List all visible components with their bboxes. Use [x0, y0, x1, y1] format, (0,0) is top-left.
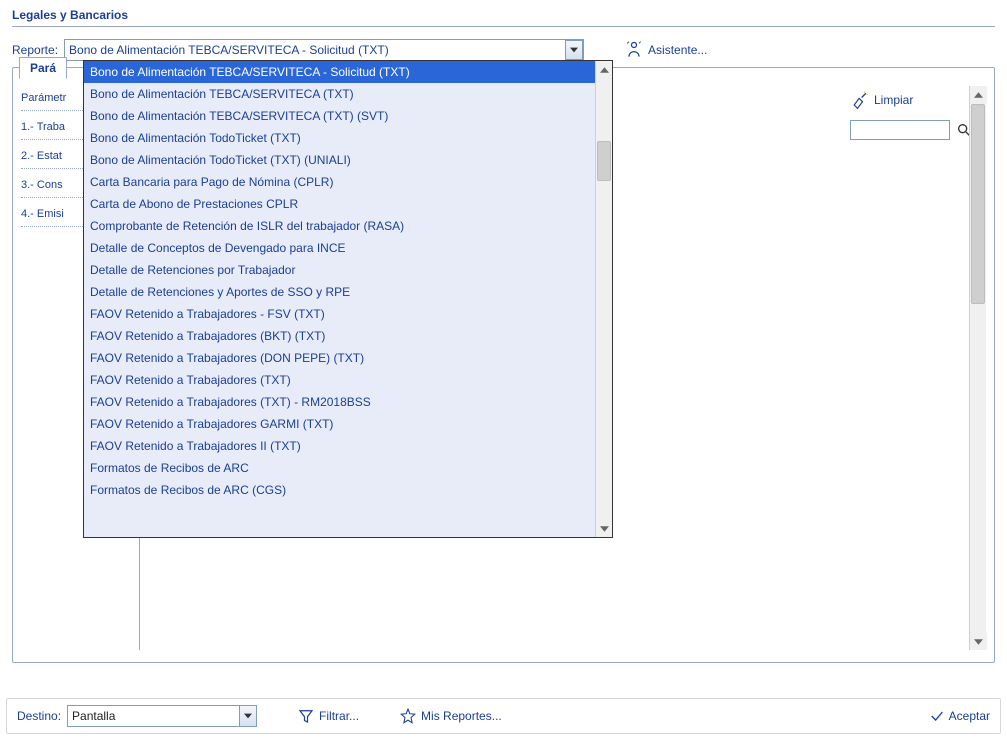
dropdown-scrollbar[interactable] — [595, 61, 612, 537]
dropdown-option[interactable]: Comprobante de Retención de ISLR del tra… — [84, 215, 595, 237]
destino-label: Destino: — [17, 709, 61, 723]
dropdown-option[interactable]: Detalle de Retenciones y Aportes de SSO … — [84, 281, 595, 303]
bottom-bar: Destino: Pantalla Filtrar... Mis Reporte… — [6, 698, 1001, 734]
dropdown-option[interactable]: Bono de Alimentación TodoTicket (TXT) (U… — [84, 149, 595, 171]
scroll-up-icon[interactable] — [596, 61, 613, 78]
dropdown-option[interactable]: Bono de Alimentación TEBCA/SERVITECA (TX… — [84, 83, 595, 105]
destino-select[interactable]: Pantalla — [67, 705, 257, 727]
dropdown-option[interactable]: Carta Bancaria para Pago de Nómina (CPLR… — [84, 171, 595, 193]
report-dropdown[interactable]: Bono de Alimentación TEBCA/SERVITECA - S… — [83, 60, 613, 538]
dropdown-option[interactable]: Bono de Alimentación TEBCA/SERVITECA (TX… — [84, 105, 595, 127]
dropdown-option[interactable]: FAOV Retenido a Trabajadores GARMI (TXT) — [84, 413, 595, 435]
filtrar-label: Filtrar... — [319, 709, 359, 723]
filter-icon — [297, 707, 315, 725]
chevron-down-icon[interactable] — [565, 40, 583, 60]
scroll-down-icon[interactable] — [596, 520, 613, 537]
dropdown-option[interactable]: Bono de Alimentación TodoTicket (TXT) — [84, 127, 595, 149]
search-input[interactable] — [850, 120, 950, 140]
dropdown-option[interactable]: Carta de Abono de Prestaciones CPLR — [84, 193, 595, 215]
wizard-icon — [624, 40, 644, 60]
report-select-text: Bono de Alimentación TEBCA/SERVITECA - S… — [69, 43, 565, 57]
aceptar-label: Aceptar — [949, 709, 990, 723]
dropdown-option[interactable]: FAOV Retenido a Trabajadores (TXT) - RM2… — [84, 391, 595, 413]
section-header: Legales y Bancarios — [0, 0, 1007, 31]
tab-parametros[interactable]: Pará — [19, 57, 67, 79]
app-root: Legales y Bancarios Reporte: Bono de Ali… — [0, 0, 1007, 740]
dropdown-option[interactable]: FAOV Retenido a Trabajadores II (TXT) — [84, 435, 595, 457]
destino-value: Pantalla — [72, 709, 115, 723]
dropdown-option[interactable]: FAOV Retenido a Trabajadores (DON PEPE) … — [84, 347, 595, 369]
mis-reportes-label: Mis Reportes... — [421, 709, 502, 723]
dropdown-option[interactable]: Detalle de Conceptos de Devengado para I… — [84, 237, 595, 259]
dropdown-option[interactable]: Bono de Alimentación TEBCA/SERVITECA - S… — [84, 61, 595, 83]
asistente-label: Asistente... — [648, 43, 707, 57]
aceptar-button[interactable]: Aceptar — [929, 708, 990, 724]
check-icon — [929, 708, 945, 724]
section-title: Legales y Bancarios — [12, 8, 128, 24]
dropdown-option[interactable]: Detalle de Retenciones por Trabajador — [84, 259, 595, 281]
asistente-button[interactable]: Asistente... — [624, 40, 707, 60]
dropdown-option[interactable]: FAOV Retenido a Trabajadores (TXT) — [84, 369, 595, 391]
dropdown-option[interactable]: Formatos de Recibos de ARC — [84, 457, 595, 479]
chevron-down-icon[interactable] — [239, 706, 256, 726]
section-rule — [12, 26, 995, 27]
mis-reportes-button[interactable]: Mis Reportes... — [399, 707, 502, 725]
limpiar-button[interactable]: Limpiar — [850, 90, 980, 110]
report-label: Reporte: — [12, 43, 58, 57]
star-icon — [399, 707, 417, 725]
scroll-thumb[interactable] — [597, 141, 611, 181]
limpiar-label: Limpiar — [874, 93, 913, 107]
dropdown-option[interactable]: Formatos de Recibos de ARC (CGS) — [84, 479, 595, 501]
report-select[interactable]: Bono de Alimentación TEBCA/SERVITECA - S… — [64, 39, 584, 61]
scroll-up-icon[interactable] — [970, 86, 987, 103]
right-tools: Limpiar — [850, 90, 980, 140]
search-row — [850, 120, 980, 140]
dropdown-list: Bono de Alimentación TEBCA/SERVITECA - S… — [84, 61, 595, 537]
filtrar-button[interactable]: Filtrar... — [297, 707, 359, 725]
clean-icon — [850, 90, 870, 110]
dropdown-option[interactable]: FAOV Retenido a Trabajadores - FSV (TXT) — [84, 303, 595, 325]
scroll-down-icon[interactable] — [970, 633, 987, 650]
dropdown-option[interactable]: FAOV Retenido a Trabajadores (BKT) (TXT) — [84, 325, 595, 347]
scroll-thumb[interactable] — [971, 104, 985, 304]
panel-scrollbar[interactable] — [969, 86, 986, 650]
